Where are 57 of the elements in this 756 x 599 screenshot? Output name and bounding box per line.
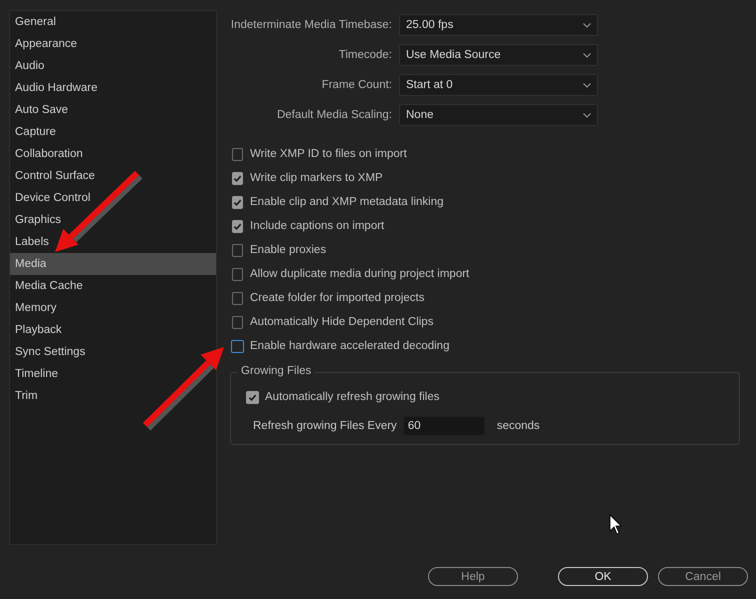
sidebar-item[interactable]: Capture xyxy=(10,121,62,143)
checkbox[interactable] xyxy=(232,172,243,184)
field-label: Refresh growing Files Every xyxy=(253,420,397,432)
dialog-button[interactable]: Cancel xyxy=(658,567,748,586)
checkbox-label: Include captions on import xyxy=(250,220,384,232)
field-label: Indeterminate Media Timebase: xyxy=(230,19,393,31)
checkbox[interactable] xyxy=(232,292,243,304)
sidebar-item[interactable]: Sync Settings xyxy=(10,341,92,363)
sidebar-item[interactable]: General xyxy=(10,11,62,33)
dropdown[interactable]: 25.00 fps xyxy=(399,14,598,36)
checkbox[interactable] xyxy=(246,390,259,404)
checkbox[interactable] xyxy=(232,316,243,328)
checkbox[interactable] xyxy=(232,196,243,208)
input-field[interactable]: 60 xyxy=(402,416,485,436)
sidebar-item[interactable]: Labels xyxy=(10,231,55,253)
dropdown[interactable]: Start at 0 xyxy=(399,74,598,96)
caret-icon xyxy=(583,52,591,58)
checkbox[interactable] xyxy=(232,220,243,232)
dialog-button[interactable]: OK xyxy=(558,567,648,586)
checkbox[interactable] xyxy=(232,148,243,160)
sidebar-item[interactable]: Media Cache xyxy=(10,275,89,297)
checkbox-label: Automatically refresh growing files xyxy=(265,391,440,403)
checkbox-label: Enable clip and XMP metadata linking xyxy=(250,196,444,208)
caret-icon xyxy=(583,22,591,28)
group-title: Growing Files xyxy=(237,365,316,377)
dropdown[interactable]: Use Media Source xyxy=(399,44,598,66)
caret-icon xyxy=(583,82,591,88)
sidebar-item[interactable]: Memory xyxy=(10,297,63,319)
field-label: Default Media Scaling: xyxy=(276,109,393,121)
sidebar-item[interactable]: Timeline xyxy=(10,363,64,385)
sidebar-item[interactable]: Control Surface xyxy=(10,165,101,187)
caret-icon xyxy=(583,112,591,118)
checkbox-label: Enable proxies xyxy=(250,244,326,256)
mouse-cursor-icon xyxy=(610,514,622,535)
sidebar-item[interactable]: Device Control xyxy=(10,187,96,209)
sidebar-item[interactable]: Appearance xyxy=(10,33,84,55)
checkbox[interactable] xyxy=(232,268,243,280)
checkbox-label: Allow duplicate media during project import xyxy=(250,268,470,280)
unit-label: seconds xyxy=(496,420,540,432)
sidebar-item[interactable]: Media xyxy=(10,253,216,275)
field-label: Frame Count: xyxy=(320,79,393,91)
checkbox-label: Automatically Hide Dependent Clips xyxy=(250,316,434,328)
sidebar-item[interactable]: Graphics xyxy=(10,209,68,231)
checkbox-label: Create folder for imported projects xyxy=(250,292,424,304)
sidebar-item[interactable]: Audio Hardware xyxy=(10,77,104,99)
dialog-button[interactable]: Help xyxy=(428,567,518,586)
sidebar-item[interactable]: Auto Save xyxy=(10,99,74,121)
sidebar-item[interactable]: Playback xyxy=(10,319,68,341)
field-label: Timecode: xyxy=(338,49,393,61)
checkbox-label: Write clip markers to XMP xyxy=(250,172,383,184)
checkbox[interactable] xyxy=(232,244,243,256)
checkbox-label: Write XMP ID to files on import xyxy=(250,148,407,160)
sidebar-item[interactable]: Audio xyxy=(10,55,50,77)
sidebar-item[interactable]: Collaboration xyxy=(10,143,89,165)
dropdown[interactable]: None xyxy=(399,104,598,126)
checkbox-label: Enable hardware accelerated decoding xyxy=(250,340,450,352)
sidebar-item[interactable]: Trim xyxy=(10,385,44,407)
